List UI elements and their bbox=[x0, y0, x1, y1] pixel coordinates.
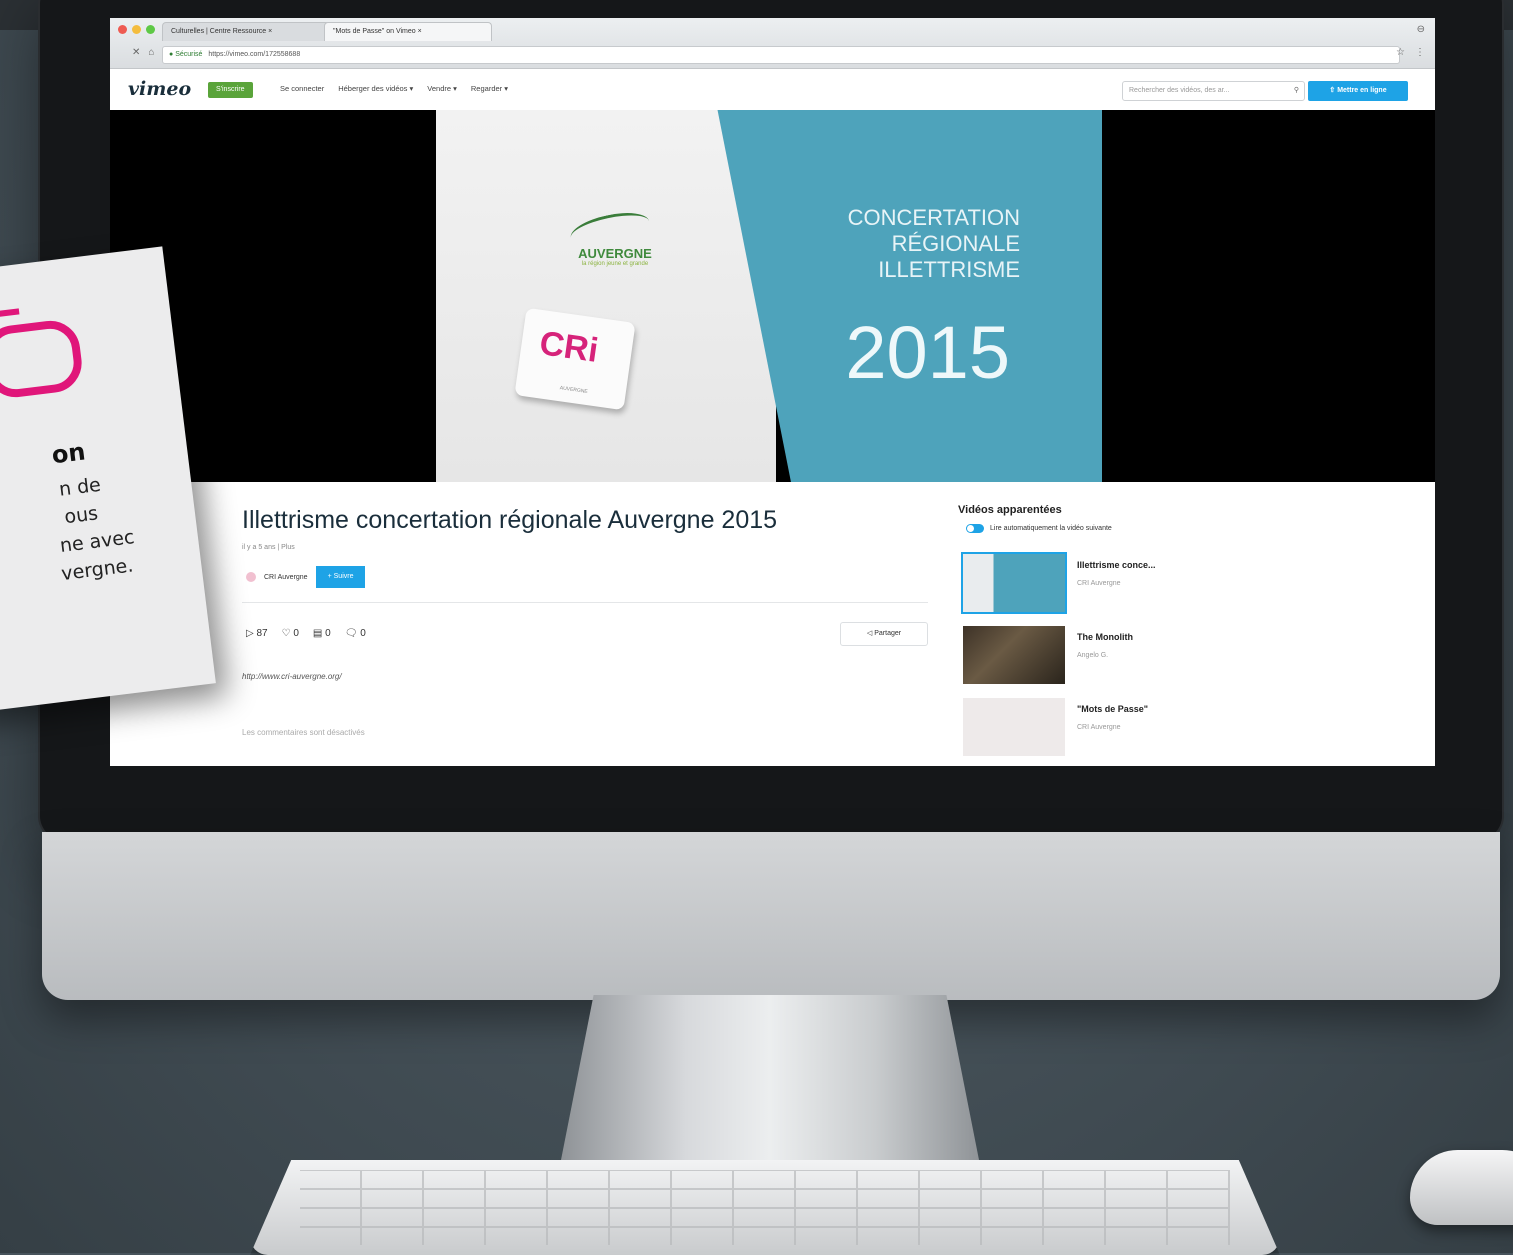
note-line: vergne. bbox=[60, 554, 135, 586]
auvergne-logo: AUVERGNE la région jeune et grande bbox=[550, 207, 680, 267]
plays-count: 87 bbox=[256, 628, 268, 639]
share-icon: ◁ bbox=[866, 630, 873, 637]
monitor-stand bbox=[560, 995, 980, 1165]
share-button[interactable]: ◁ Partager bbox=[840, 622, 928, 646]
keyboard-keys bbox=[300, 1170, 1230, 1245]
related-title[interactable]: "Mots de Passe" bbox=[1077, 704, 1148, 714]
url-text: https://vimeo.com/172558688 bbox=[208, 51, 301, 58]
auvergne-tagline: la région jeune et grande bbox=[581, 261, 649, 267]
address-bar[interactable]: ● Sécurisé https://vimeo.com/172558688 bbox=[162, 46, 1400, 64]
related-heading: Vidéos apparentées bbox=[958, 504, 1062, 516]
profile-icon[interactable]: ⊖ bbox=[1417, 24, 1425, 35]
address-row: ✕ ⌂ ● Sécurisé https://vimeo.com/1725586… bbox=[110, 42, 1435, 66]
share-label: Partager bbox=[874, 630, 902, 637]
heart-icon: ♡ bbox=[281, 628, 291, 639]
related-owner[interactable]: CRI Auvergne bbox=[1077, 724, 1121, 731]
slide-title-line: RÉGIONALE bbox=[891, 231, 1020, 256]
likes-stat[interactable]: ♡ 0 bbox=[282, 628, 299, 639]
autoplay-label: Lire automatiquement la vidéo suivante bbox=[990, 525, 1112, 532]
video-details: Illettrisme concertation régionale Auver… bbox=[110, 482, 1435, 766]
secure-label: Sécurisé bbox=[175, 51, 203, 58]
autoplay-toggle[interactable] bbox=[966, 524, 984, 533]
browser-tab-culturelles[interactable]: Culturelles | Centre Ressource × bbox=[162, 22, 330, 41]
follow-button[interactable]: + Suivre bbox=[315, 566, 366, 588]
related-thumbnail[interactable] bbox=[963, 698, 1065, 756]
upload-button[interactable]: ⇧ Mettre en ligne bbox=[1308, 81, 1408, 101]
slide-year: 2015 bbox=[845, 311, 1010, 394]
minimize-window-button[interactable] bbox=[132, 25, 141, 34]
menu-item-watch[interactable]: Regarder ▾ bbox=[471, 84, 508, 93]
stop-icon[interactable]: ✕ bbox=[132, 47, 140, 58]
slide-title-line: CONCERTATION bbox=[847, 205, 1020, 230]
cri-logo-sub: AUVERGNE bbox=[559, 385, 588, 396]
menu-item-sell[interactable]: Vendre ▾ bbox=[427, 84, 457, 93]
slide-title: CONCERTATION RÉGIONALE ILLETTRISME bbox=[800, 205, 1020, 283]
video-stats: ▷ 87 ♡ 0 ▤ 0 🗨 0 bbox=[246, 628, 366, 639]
owner-row: CRI Auvergne + Suivre bbox=[246, 566, 366, 588]
browser-chrome: Culturelles | Centre Ressource × "Mots d… bbox=[110, 18, 1435, 69]
related-owner[interactable]: Angelo G. bbox=[1077, 652, 1108, 659]
cri-logo-text: CRi bbox=[537, 324, 601, 370]
related-video-item[interactable]: "Mots de Passe" CRI Auvergne bbox=[963, 698, 1283, 758]
cri-logo: CRi AUVERGNE bbox=[514, 307, 636, 411]
video-meta: il y a 5 ans | Plus bbox=[242, 544, 295, 551]
comments-stat[interactable]: 🗨 0 bbox=[345, 628, 366, 639]
comments-count: 0 bbox=[360, 628, 366, 639]
collection-icon: ▤ bbox=[312, 628, 323, 639]
slide-title-line: ILLETTRISME bbox=[878, 257, 1020, 282]
collections-stat[interactable]: ▤ 0 bbox=[313, 628, 331, 639]
join-button[interactable]: S'inscrire bbox=[208, 82, 253, 98]
browser-actions: ☆ ⋮ bbox=[1396, 47, 1425, 58]
note-line: n de bbox=[57, 473, 103, 501]
comments-disabled-note: Les commentaires sont désactivés bbox=[242, 728, 365, 737]
home-icon[interactable]: ⌂ bbox=[148, 47, 154, 58]
avatar[interactable] bbox=[246, 572, 256, 582]
video-title: Illettrisme concertation régionale Auver… bbox=[242, 506, 778, 534]
slide-left-panel bbox=[436, 110, 776, 482]
related-thumbnail[interactable] bbox=[961, 552, 1067, 614]
main-menu: Se connecter Héberger des vidéos ▾ Vendr… bbox=[280, 84, 508, 93]
autoplay-row: Lire automatiquement la vidéo suivante bbox=[966, 524, 1112, 533]
auvergne-name: AUVERGNE bbox=[578, 246, 652, 261]
owner-name[interactable]: CRI Auvergne bbox=[264, 574, 308, 581]
related-title[interactable]: The Monolith bbox=[1077, 632, 1133, 642]
related-owner[interactable]: CRI Auvergne bbox=[1077, 580, 1121, 587]
vimeo-navbar: vimeo S'inscrire Se connecter Héberger d… bbox=[110, 69, 1435, 112]
related-video-item[interactable]: The Monolith Angelo G. bbox=[963, 626, 1283, 686]
nav-controls: ✕ ⌂ bbox=[132, 47, 154, 58]
note-accent-bar bbox=[0, 308, 20, 320]
maximize-window-button[interactable] bbox=[146, 25, 155, 34]
search-icon[interactable]: ⚲ bbox=[1294, 82, 1299, 100]
related-video-item[interactable]: Illettrisme conce... CRI Auvergne bbox=[961, 552, 1283, 614]
description-link[interactable]: http://www.cri-auvergne.org/ bbox=[242, 672, 342, 681]
close-window-button[interactable] bbox=[118, 25, 127, 34]
bookmark-star-icon[interactable]: ☆ bbox=[1396, 47, 1405, 58]
video-player[interactable]: AUVERGNE la région jeune et grande CRi A… bbox=[110, 110, 1435, 482]
related-thumbnail[interactable] bbox=[963, 626, 1065, 684]
menu-dots-icon[interactable]: ⋮ bbox=[1415, 47, 1425, 58]
window-controls bbox=[118, 25, 155, 34]
mouse bbox=[1410, 1150, 1513, 1225]
likes-count: 0 bbox=[293, 628, 299, 639]
note-line: ne avec bbox=[58, 526, 136, 558]
note-heading: on bbox=[50, 437, 87, 470]
menu-item-login[interactable]: Se connecter bbox=[280, 84, 324, 93]
monitor-chin bbox=[42, 832, 1500, 1000]
search-placeholder: Rechercher des vidéos, des ar... bbox=[1129, 87, 1230, 94]
plays-stat: ▷ 87 bbox=[246, 628, 268, 639]
collections-count: 0 bbox=[325, 628, 331, 639]
vimeo-logo[interactable]: vimeo bbox=[128, 78, 191, 100]
search-input[interactable]: Rechercher des vidéos, des ar... ⚲ bbox=[1122, 81, 1305, 101]
screen: Culturelles | Centre Ressource × "Mots d… bbox=[110, 18, 1435, 766]
note-line: ous bbox=[63, 502, 100, 529]
play-icon: ▷ bbox=[246, 628, 254, 639]
comment-icon: 🗨 bbox=[344, 628, 358, 639]
menu-item-host[interactable]: Héberger des vidéos ▾ bbox=[338, 84, 413, 93]
browser-tab-vimeo[interactable]: "Mots de Passe" on Vimeo × bbox=[324, 22, 492, 41]
related-title[interactable]: Illettrisme conce... bbox=[1077, 560, 1156, 570]
note-ring-icon bbox=[0, 317, 86, 401]
lock-icon: ● bbox=[169, 51, 174, 58]
divider bbox=[242, 602, 928, 603]
